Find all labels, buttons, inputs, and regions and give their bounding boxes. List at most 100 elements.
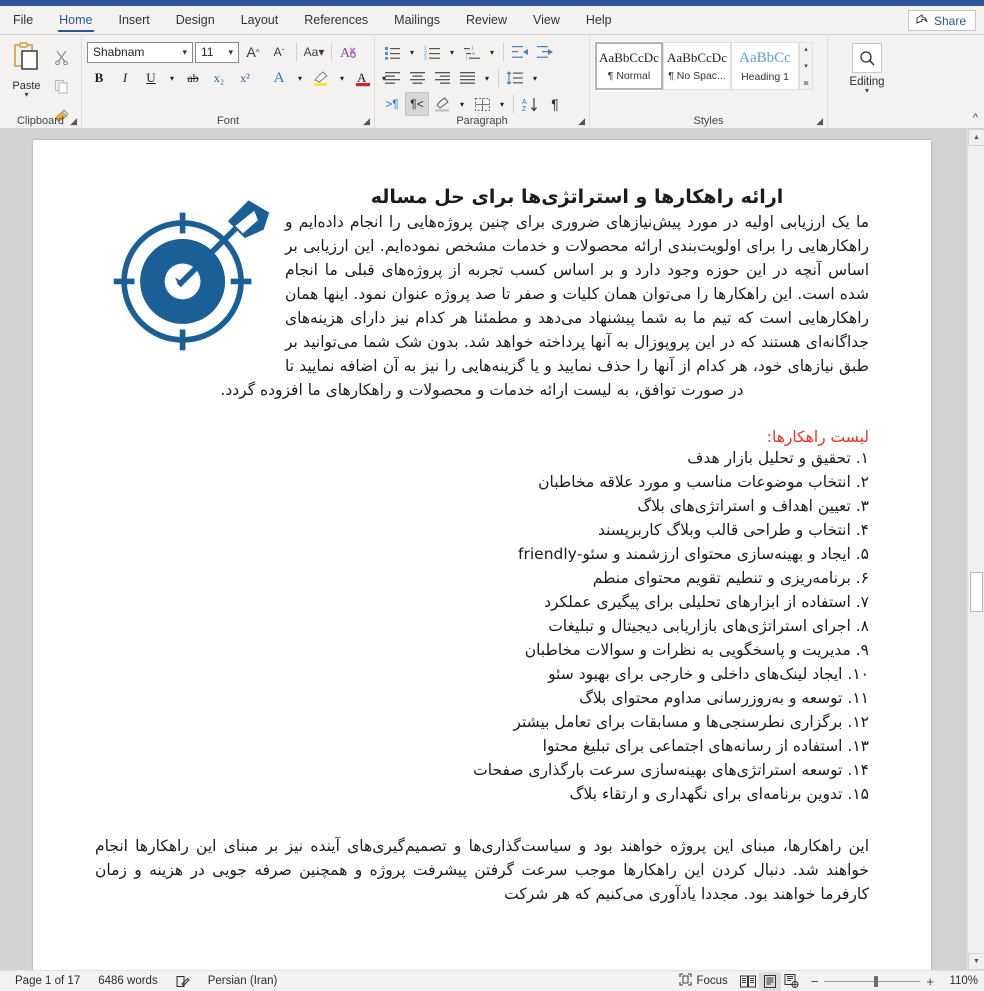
borders-button[interactable]	[470, 92, 494, 116]
page-indicator[interactable]: Page 1 of 17	[6, 975, 89, 987]
change-case-label: Aa	[303, 45, 319, 59]
multilevel-chevron-down-icon[interactable]: ▾	[485, 40, 499, 64]
align-center-button[interactable]	[405, 66, 429, 90]
document-vertical-scrollbar[interactable]: ▲ ▼	[967, 129, 984, 970]
clear-formatting-button[interactable]: A	[337, 40, 361, 64]
numbering-chevron-down-icon[interactable]: ▾	[445, 40, 459, 64]
left-to-right-button[interactable]: >¶	[380, 92, 404, 116]
zoom-slider-track[interactable]	[824, 975, 921, 987]
justify-button[interactable]	[455, 66, 479, 90]
scroll-down-arrow-icon[interactable]: ▼	[968, 953, 984, 970]
scroll-up-arrow-icon[interactable]: ▲	[968, 129, 984, 146]
styles-dialog-launcher-icon[interactable]: ◢	[816, 117, 823, 126]
focus-icon	[679, 973, 693, 989]
font-name-input[interactable]: Shabnam ▾	[87, 41, 193, 63]
document-canvas[interactable]: ارائه راهکارها و استراتژی‌ها برای حل مسا…	[0, 129, 984, 970]
style-item-no-spacing[interactable]: AaBbCcDc ¶ No Spac...	[663, 42, 731, 90]
read-mode-button[interactable]	[737, 972, 759, 991]
tab-file[interactable]: File	[0, 6, 46, 34]
font-size-input[interactable]: 11 ▾	[195, 41, 239, 63]
chevron-down-icon[interactable]: ▾	[865, 87, 869, 95]
share-person-icon	[916, 13, 929, 28]
align-right-button[interactable]	[430, 66, 454, 90]
text-effects-chevron-down-icon[interactable]: ▾	[293, 66, 307, 90]
show-formatting-marks-button[interactable]: ¶	[543, 92, 567, 116]
styles-scroll-down-button[interactable]: ▾	[804, 62, 808, 70]
bold-button[interactable]: B	[87, 66, 111, 90]
web-layout-button[interactable]	[781, 972, 803, 991]
style-name: ¶ Normal	[607, 70, 651, 82]
tab-review[interactable]: Review	[453, 6, 520, 34]
zoom-level-label[interactable]: 110%	[940, 975, 978, 987]
chevron-down-icon[interactable]: ▾	[24, 91, 28, 99]
tab-home[interactable]: Home	[46, 6, 105, 34]
highlight-chevron-down-icon[interactable]: ▾	[335, 66, 349, 90]
zoom-control[interactable]: − + 110%	[803, 974, 978, 989]
document-page[interactable]: ارائه راهکارها و استراتژی‌ها برای حل مسا…	[33, 140, 931, 970]
text-effects-button[interactable]: A	[267, 66, 291, 90]
multilevel-list-button[interactable]: 1ai	[460, 40, 484, 64]
editing-button[interactable]: Editing ▾	[833, 39, 901, 95]
shrink-font-button[interactable]: Aˇ	[267, 40, 291, 64]
proofing-icon[interactable]	[167, 975, 199, 988]
tab-help[interactable]: Help	[573, 6, 625, 34]
italic-label: I	[122, 70, 128, 85]
style-item-heading-1[interactable]: AaBbCс Heading 1	[731, 42, 799, 90]
shading-button[interactable]	[430, 92, 454, 116]
zoom-slider-thumb[interactable]	[874, 975, 879, 987]
strikethrough-button[interactable]: ab	[181, 66, 205, 90]
sort-az-button[interactable]: AZ	[518, 92, 542, 116]
grow-font-button[interactable]: A ^	[241, 40, 265, 64]
tab-design[interactable]: Design	[163, 6, 228, 34]
print-layout-button[interactable]	[758, 971, 781, 991]
underline-chevron-down-icon[interactable]: ▾	[165, 66, 179, 90]
divider	[296, 43, 297, 61]
decrease-indent-button[interactable]	[508, 40, 532, 64]
change-case-button[interactable]: Aa ▾	[302, 40, 326, 64]
styles-scroll-up-button[interactable]: ▴	[804, 45, 808, 53]
styles-more-button[interactable]: ≣	[803, 79, 809, 87]
bullet-chevron-down-icon[interactable]: ▾	[405, 40, 419, 64]
right-to-left-button[interactable]: ¶<	[405, 92, 429, 116]
line-spacing-button[interactable]	[503, 66, 527, 90]
tab-view[interactable]: View	[520, 6, 573, 34]
share-button[interactable]: Share	[907, 10, 976, 31]
tab-mailings[interactable]: Mailings	[381, 6, 453, 34]
superscript-button[interactable]: x²	[233, 66, 257, 90]
numbered-list-button[interactable]: 123	[420, 40, 444, 64]
list-item: ۳. تعیین اهداف و استراتژی‌های بلاگ	[637, 497, 869, 515]
highlight-button[interactable]	[309, 66, 333, 90]
tab-insert[interactable]: Insert	[106, 6, 163, 34]
chevron-down-icon[interactable]: ▾	[179, 47, 190, 58]
tab-references[interactable]: References	[291, 6, 381, 34]
subscript-button[interactable]: x₂	[207, 66, 231, 90]
borders-chevron-down-icon[interactable]: ▾	[495, 92, 509, 116]
underline-button[interactable]: U	[139, 66, 163, 90]
increase-indent-button[interactable]	[533, 40, 557, 64]
tab-layout[interactable]: Layout	[228, 6, 292, 34]
style-item-normal[interactable]: AaBbCcDc ¶ Normal	[594, 41, 664, 91]
share-label: Share	[933, 13, 966, 28]
paste-button[interactable]: Paste ▾	[5, 39, 48, 99]
copy-button[interactable]	[50, 74, 74, 98]
scrollbar-thumb[interactable]	[970, 572, 983, 612]
justify-chevron-down-icon[interactable]: ▾	[480, 66, 494, 90]
ribbon-collapse-chevron-up-icon[interactable]: ^	[973, 112, 978, 124]
line-spacing-chevron-down-icon[interactable]: ▾	[528, 66, 542, 90]
zoom-out-button[interactable]: −	[811, 974, 819, 989]
chevron-down-icon[interactable]: ▾	[225, 47, 236, 58]
word-count[interactable]: 6486 words	[89, 975, 166, 987]
cut-button[interactable]	[50, 45, 74, 69]
language-indicator[interactable]: Persian (Iran)	[199, 975, 287, 987]
zoom-in-button[interactable]: +	[926, 974, 934, 989]
font-dialog-launcher-icon[interactable]: ◢	[363, 117, 370, 126]
italic-button[interactable]: I	[113, 66, 137, 90]
focus-mode-button[interactable]: Focus	[670, 973, 736, 989]
font-color-button[interactable]: A	[351, 66, 375, 90]
clipboard-dialog-launcher-icon[interactable]: ◢	[70, 117, 77, 126]
paragraph-dialog-launcher-icon[interactable]: ◢	[578, 117, 585, 126]
bullet-list-button[interactable]	[380, 40, 404, 64]
align-left-button[interactable]	[380, 66, 404, 90]
shading-chevron-down-icon[interactable]: ▾	[455, 92, 469, 116]
chevron-down-icon[interactable]: ▾	[318, 45, 324, 59]
